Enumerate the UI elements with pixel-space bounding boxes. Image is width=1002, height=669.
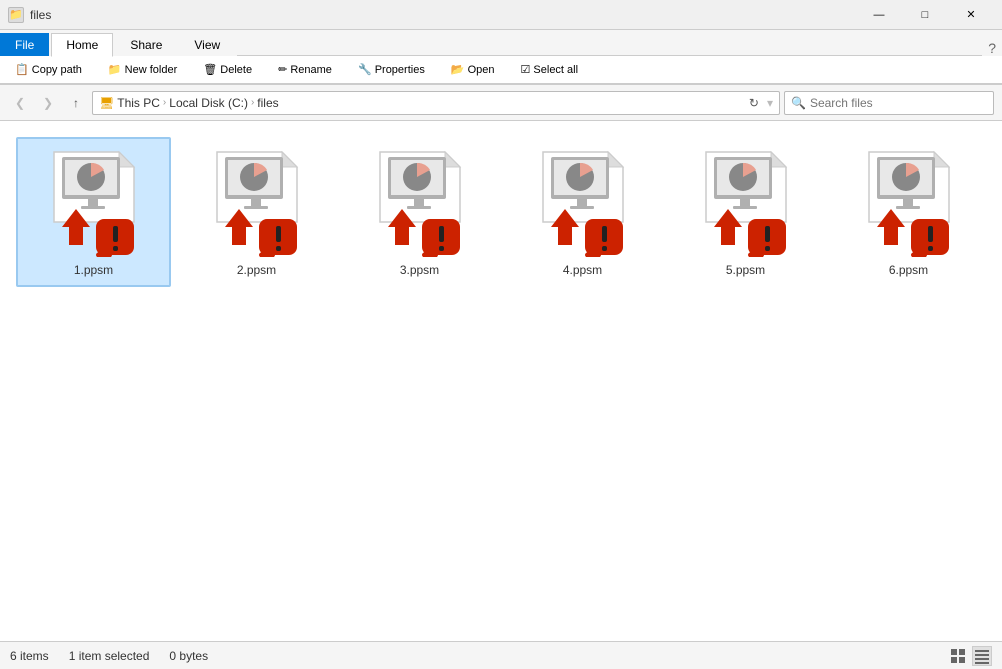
ribbon-open[interactable]: 📂 Open bbox=[444, 60, 502, 79]
file-name: 3.ppsm bbox=[400, 263, 439, 277]
breadcrumb-drive: Local Disk (C:) bbox=[169, 96, 248, 110]
file-grid: 1.ppsm bbox=[0, 121, 1002, 641]
tab-file[interactable]: File bbox=[0, 33, 49, 56]
file-name: 2.ppsm bbox=[237, 263, 276, 277]
navigation-bar: ❮ ❯ ↑ 🖥 This PC › Local Disk (C:) › file… bbox=[0, 85, 1002, 121]
forward-button[interactable]: ❯ bbox=[36, 91, 60, 115]
ribbon-select-all[interactable]: ☑ Select all bbox=[514, 60, 586, 79]
dropdown-arrow[interactable]: ▾ bbox=[767, 96, 773, 110]
close-button[interactable]: ✕ bbox=[948, 0, 994, 30]
ribbon-delete[interactable]: 🗑 Delete bbox=[196, 60, 259, 79]
file-item[interactable]: 1.ppsm bbox=[16, 137, 171, 287]
back-button[interactable]: ❮ bbox=[8, 91, 32, 115]
ppsm-icon bbox=[360, 147, 480, 257]
details-view[interactable] bbox=[972, 646, 992, 666]
ppsm-icon bbox=[197, 147, 317, 257]
pc-icon: 🖥 bbox=[99, 96, 114, 110]
breadcrumb: 🖥 This PC › Local Disk (C:) › files bbox=[99, 96, 279, 110]
file-item[interactable]: 6.ppsm bbox=[831, 137, 986, 287]
file-name: 5.ppsm bbox=[726, 263, 765, 277]
tab-share[interactable]: Share bbox=[115, 33, 177, 56]
ribbon-rename[interactable]: ✏ Rename bbox=[271, 60, 339, 79]
ribbon: File Home Share View ? 📋 Copy path 📁 New… bbox=[0, 30, 1002, 85]
title-text: files bbox=[30, 8, 51, 22]
file-item[interactable]: 3.ppsm bbox=[342, 137, 497, 287]
file-name: 6.ppsm bbox=[889, 263, 928, 277]
search-icon: 🔍 bbox=[791, 96, 806, 110]
file-item[interactable]: 4.ppsm bbox=[505, 137, 660, 287]
search-bar[interactable]: 🔍 bbox=[784, 91, 994, 115]
item-count: 6 items bbox=[10, 649, 49, 663]
tab-home[interactable]: Home bbox=[51, 33, 113, 57]
status-bar: 6 items 1 item selected 0 bytes bbox=[0, 641, 1002, 669]
title-bar: 📁 files — □ ✕ bbox=[0, 0, 1002, 30]
large-icons-view[interactable] bbox=[948, 646, 968, 666]
minimize-button[interactable]: — bbox=[856, 0, 902, 30]
tab-view[interactable]: View bbox=[179, 33, 235, 56]
ppsm-icon bbox=[849, 147, 969, 257]
address-bar[interactable]: 🖥 This PC › Local Disk (C:) › files ↻ ▾ bbox=[92, 91, 780, 115]
help-button[interactable]: ? bbox=[982, 40, 1002, 56]
ppsm-icon bbox=[686, 147, 806, 257]
ribbon-copy-path[interactable]: 📋 Copy path bbox=[8, 60, 89, 79]
ribbon-new-folder[interactable]: 📁 New folder bbox=[101, 60, 184, 79]
breadcrumb-pc: This PC bbox=[117, 96, 160, 110]
selected-info: 1 item selected bbox=[69, 649, 150, 663]
window-controls: — □ ✕ bbox=[856, 0, 994, 30]
file-name: 1.ppsm bbox=[74, 263, 113, 277]
ppsm-icon bbox=[523, 147, 643, 257]
search-input[interactable] bbox=[810, 96, 987, 110]
ribbon-properties[interactable]: 🔧 Properties bbox=[351, 60, 432, 79]
size-info: 0 bytes bbox=[169, 649, 208, 663]
maximize-button[interactable]: □ bbox=[902, 0, 948, 30]
file-name: 4.ppsm bbox=[563, 263, 602, 277]
file-item[interactable]: 5.ppsm bbox=[668, 137, 823, 287]
breadcrumb-folder: files bbox=[257, 96, 278, 110]
file-item[interactable]: 2.ppsm bbox=[179, 137, 334, 287]
refresh-button[interactable]: ↻ bbox=[749, 96, 759, 110]
app-icon: 📁 bbox=[8, 7, 24, 23]
ppsm-icon bbox=[34, 147, 154, 257]
up-button[interactable]: ↑ bbox=[64, 91, 88, 115]
